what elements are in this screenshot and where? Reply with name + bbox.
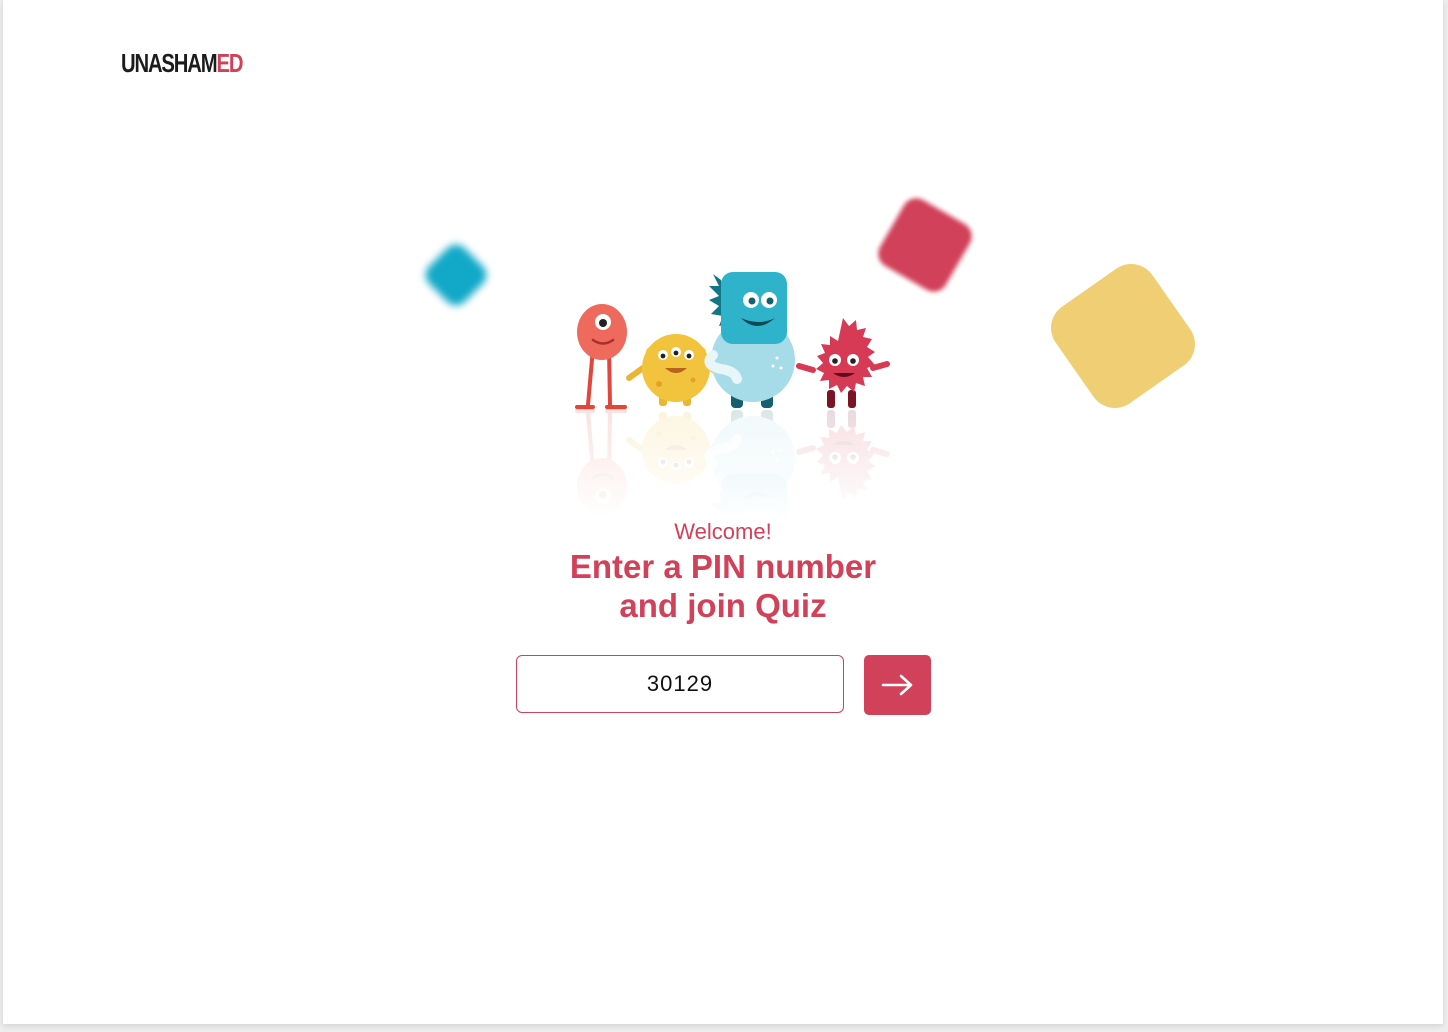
- arrow-right-icon: [881, 674, 912, 696]
- logo-text-dark: UNASHAM: [121, 48, 218, 78]
- orange-monster: [575, 304, 627, 409]
- page: UNASHAMED Welcome! Enter a PIN number an…: [3, 0, 1443, 1024]
- logo-text-accent: ED: [216, 48, 243, 78]
- pin-input[interactable]: [516, 655, 844, 713]
- brand-logo[interactable]: UNASHAMED: [121, 48, 243, 78]
- headline-line-2: and join Quiz: [619, 587, 827, 624]
- monsters-illustration: [563, 272, 903, 520]
- page-title: Enter a PIN number and join Quiz: [3, 547, 1443, 625]
- headline-line-1: Enter a PIN number: [569, 548, 877, 585]
- decorative-cyan-square: [420, 239, 492, 311]
- blue-monster: [704, 272, 795, 408]
- decorative-yellow-square: [1040, 253, 1206, 419]
- red-monster: [796, 318, 890, 408]
- welcome-text: Welcome!: [674, 519, 772, 544]
- submit-pin-button[interactable]: [864, 655, 931, 715]
